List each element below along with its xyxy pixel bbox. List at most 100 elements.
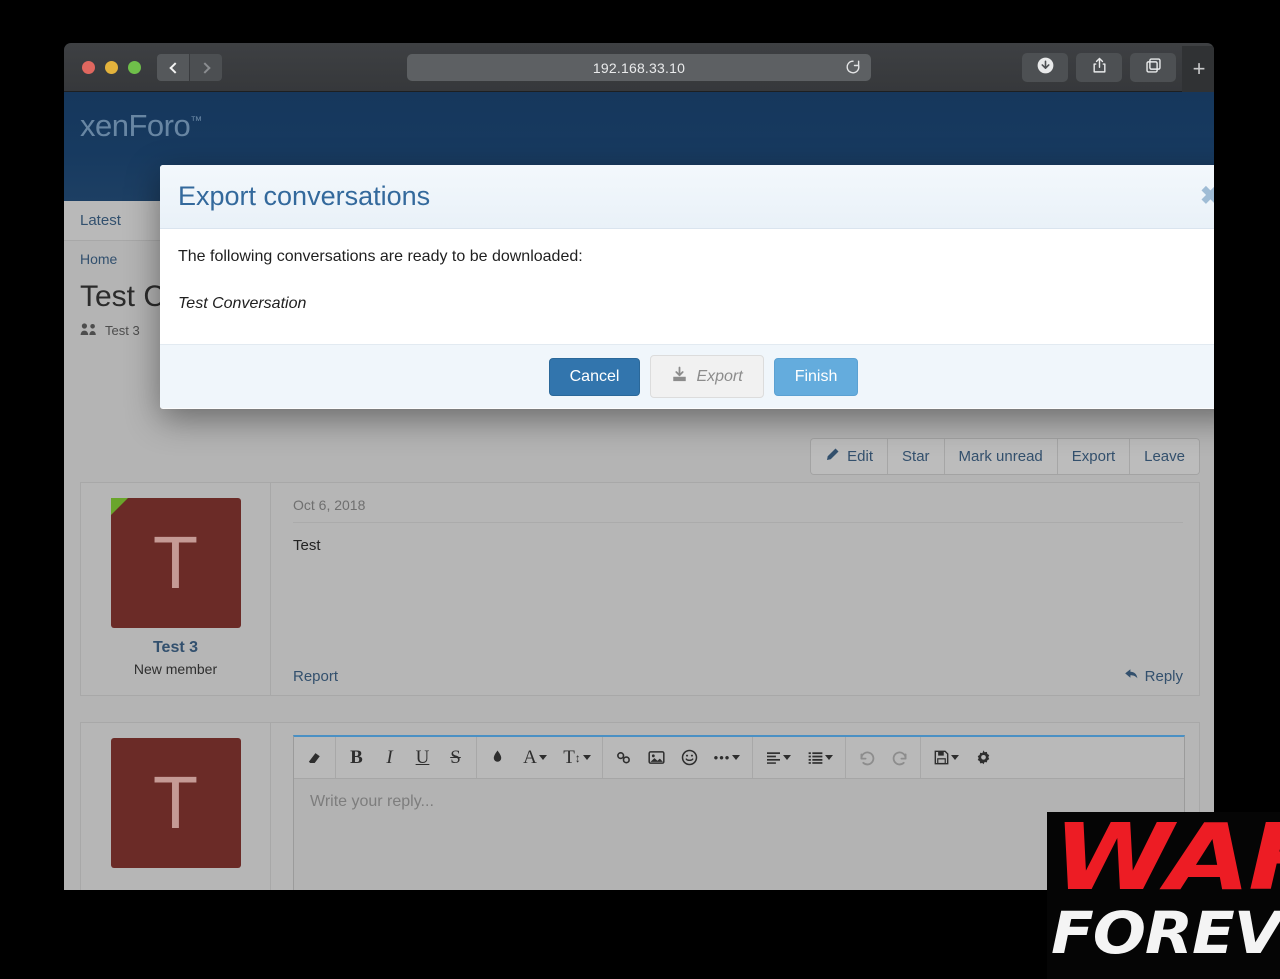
reload-icon[interactable] xyxy=(845,59,861,75)
chevron-down-icon xyxy=(582,755,591,760)
chevron-left-icon xyxy=(168,61,181,74)
reply-block: T B I U S A T ↕ ••• Write your reply... xyxy=(80,722,1200,890)
avatar-letter: T xyxy=(152,521,199,604)
export-conversations-dialog: Export conversations ✖ The following con… xyxy=(160,165,1214,409)
share-button[interactable] xyxy=(1076,53,1122,82)
chevron-down-icon xyxy=(824,755,833,760)
forward-button[interactable] xyxy=(190,54,222,81)
downloads-button[interactable] xyxy=(1022,53,1068,82)
chevron-down-icon xyxy=(732,755,741,760)
chevron-right-icon xyxy=(198,61,211,74)
browser-toolbar: 192.168.33.10 + xyxy=(64,43,1214,92)
message-username[interactable]: Test 3 xyxy=(153,639,198,657)
dialog-message: The following conversations are ready to… xyxy=(178,248,583,265)
address-bar[interactable]: 192.168.33.10 xyxy=(407,54,871,81)
toolbar-group-history xyxy=(846,737,921,778)
draft-icon[interactable] xyxy=(925,738,967,778)
cancel-button[interactable]: Cancel xyxy=(548,357,641,396)
chevron-down-icon xyxy=(538,755,547,760)
breadcrumb-item-home[interactable]: Home xyxy=(80,251,117,267)
finish-button[interactable]: Finish xyxy=(773,357,859,396)
action-export[interactable]: Export xyxy=(1057,439,1131,474)
italic-icon[interactable]: I xyxy=(373,738,406,778)
brand-logo[interactable]: xenForo™ xyxy=(80,108,202,144)
remove-format-icon[interactable] xyxy=(298,738,331,778)
download-icon xyxy=(671,366,688,387)
new-tab-label: + xyxy=(1192,56,1206,81)
message-block: T Test 3 New member Oct 6, 2018 Test Rep… xyxy=(80,482,1200,696)
participants-label: Test 3 xyxy=(105,322,140,338)
image-icon[interactable] xyxy=(640,738,673,778)
window-close-button[interactable] xyxy=(82,61,95,74)
reply-label: Reply xyxy=(1144,667,1183,685)
list-icon[interactable] xyxy=(799,738,841,778)
message-user-info: T Test 3 New member xyxy=(81,483,271,695)
conversation-name: Test Conversation xyxy=(178,295,307,312)
redo-icon[interactable] xyxy=(883,738,916,778)
tab-overview-icon xyxy=(1144,56,1163,80)
avatar[interactable]: T xyxy=(110,498,241,628)
people-icon xyxy=(80,322,98,339)
action-star-label: Star xyxy=(902,448,930,465)
downloads-icon xyxy=(1036,56,1055,80)
toolbar-group-format-clear xyxy=(294,737,336,778)
online-corner-icon xyxy=(110,498,128,515)
action-leave-label: Leave xyxy=(1144,448,1185,465)
message-body: Oct 6, 2018 Test Report Reply xyxy=(271,483,1199,695)
action-leave[interactable]: Leave xyxy=(1130,439,1199,474)
gear-icon[interactable] xyxy=(967,738,1000,778)
conversation-action-bar: Edit Star Mark unread Export Leave xyxy=(810,438,1200,475)
action-edit[interactable]: Edit xyxy=(811,439,889,474)
action-star[interactable]: Star xyxy=(888,439,945,474)
back-button[interactable] xyxy=(157,54,189,81)
font-size-icon[interactable]: T ↕ xyxy=(556,738,598,778)
reply-arrow-icon xyxy=(1124,667,1140,685)
underline-icon[interactable]: U xyxy=(406,738,439,778)
toolbar-group-basic: B I U S xyxy=(336,737,477,778)
tab-overview-button[interactable] xyxy=(1130,53,1176,82)
message-user-title: New member xyxy=(133,661,218,677)
reply-link[interactable]: Reply xyxy=(1124,667,1183,685)
toolbar-group-tools xyxy=(921,737,1004,778)
toolbar-group-insert: ••• xyxy=(603,737,753,778)
chevron-down-icon xyxy=(782,755,791,760)
dialog-header: Export conversations ✖ xyxy=(160,165,1214,229)
action-mark-unread-label: Mark unread xyxy=(958,448,1043,465)
close-icon[interactable]: ✖ xyxy=(1200,184,1214,209)
share-icon xyxy=(1090,56,1109,80)
toolbar-group-typography: A T ↕ xyxy=(477,737,603,778)
report-link[interactable]: Report xyxy=(293,668,338,685)
smilie-icon[interactable] xyxy=(673,738,706,778)
watermark-overlay: WAR FOREVER xyxy=(1047,812,1280,979)
export-button[interactable]: Export xyxy=(650,355,764,398)
more-options-icon[interactable]: ••• xyxy=(706,738,748,778)
url-text: 192.168.33.10 xyxy=(592,59,686,76)
message-date[interactable]: Oct 6, 2018 xyxy=(293,497,1183,523)
window-maximize-button[interactable] xyxy=(128,61,141,74)
strikethrough-icon[interactable]: S xyxy=(439,738,472,778)
undo-icon[interactable] xyxy=(850,738,883,778)
link-icon[interactable] xyxy=(607,738,640,778)
brand-name: xenForo xyxy=(80,108,191,143)
text-color-icon[interactable] xyxy=(481,738,514,778)
reply-avatar[interactable]: T xyxy=(110,738,241,868)
browser-window: 192.168.33.10 + xenForo™ Latest Home Tes… xyxy=(64,43,1214,890)
new-tab-button[interactable]: + xyxy=(1182,46,1214,92)
pencil-icon xyxy=(825,447,840,466)
message-footer: Report Reply xyxy=(293,667,1183,685)
nav-tab-latest[interactable]: Latest xyxy=(80,212,121,229)
font-family-icon[interactable]: A xyxy=(514,738,556,778)
bold-icon[interactable]: B xyxy=(340,738,373,778)
watermark-line-1: WAR xyxy=(1053,812,1280,911)
watermark-line-2: FOREVER xyxy=(1051,899,1280,967)
chevron-down-icon xyxy=(950,755,959,760)
brand-tm: ™ xyxy=(190,113,202,128)
window-minimize-button[interactable] xyxy=(105,61,118,74)
action-edit-label: Edit xyxy=(847,448,874,465)
align-icon[interactable] xyxy=(757,738,799,778)
reply-user-info: T xyxy=(81,723,271,890)
reply-avatar-letter: T xyxy=(152,761,199,844)
action-export-label: Export xyxy=(1071,448,1116,465)
dialog-body: The following conversations are ready to… xyxy=(160,229,1214,344)
action-mark-unread[interactable]: Mark unread xyxy=(944,439,1058,474)
